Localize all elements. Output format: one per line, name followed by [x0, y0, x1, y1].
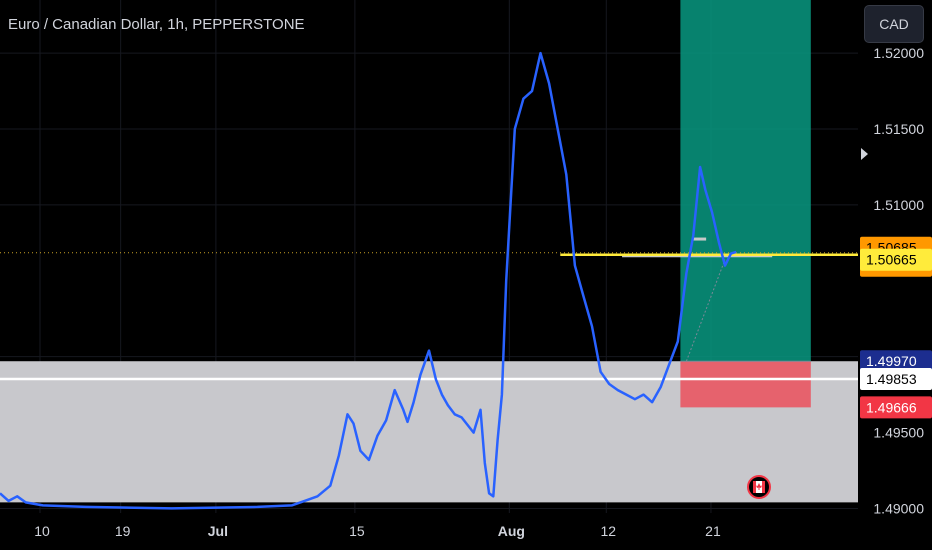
chart-title: Euro / Canadian Dollar, 1h, PEPPERSTONE [8, 16, 305, 33]
x-axis-background [0, 513, 932, 550]
flag-band-right [762, 481, 765, 493]
y-tick-label: 1.52000 [873, 45, 924, 61]
x-tick-label: 10 [34, 523, 50, 539]
x-tick-label: Jul [208, 523, 228, 539]
x-axis: 10 19 Jul 15 Aug 12 21 [0, 513, 932, 550]
x-tick-label: 19 [115, 523, 131, 539]
currency-button[interactable]: CAD [864, 5, 924, 43]
x-tick-label: 21 [705, 523, 721, 539]
y-tick-label: 1.49000 [873, 500, 924, 516]
price-label-text: 1.49970 [866, 353, 917, 369]
flag-band-left [753, 481, 756, 493]
x-tick-label: 12 [600, 523, 616, 539]
price-label-text: 1.49666 [866, 399, 917, 415]
y-tick-label: 1.51500 [873, 121, 924, 137]
loss-zone[interactable] [680, 361, 811, 408]
price-chart[interactable]: 10 19 Jul 15 Aug 12 21 1.52000 1.51500 1.51000 1.… [0, 0, 932, 550]
y-tick-label: 1.49500 [873, 425, 924, 441]
event-marker[interactable] [747, 475, 771, 499]
long-position-tool[interactable] [680, 0, 811, 408]
price-label-text: 1.50665 [866, 252, 917, 268]
y-tick-label: 1.51000 [873, 197, 924, 213]
x-tick-label: 15 [349, 523, 365, 539]
triangle-right-icon[interactable] [861, 148, 868, 160]
y-axis[interactable]: 1.520001.515001.510001.500001.495001.490… [858, 0, 932, 550]
x-tick-label: Aug [498, 523, 525, 539]
price-label-text: 1.49853 [866, 371, 917, 387]
